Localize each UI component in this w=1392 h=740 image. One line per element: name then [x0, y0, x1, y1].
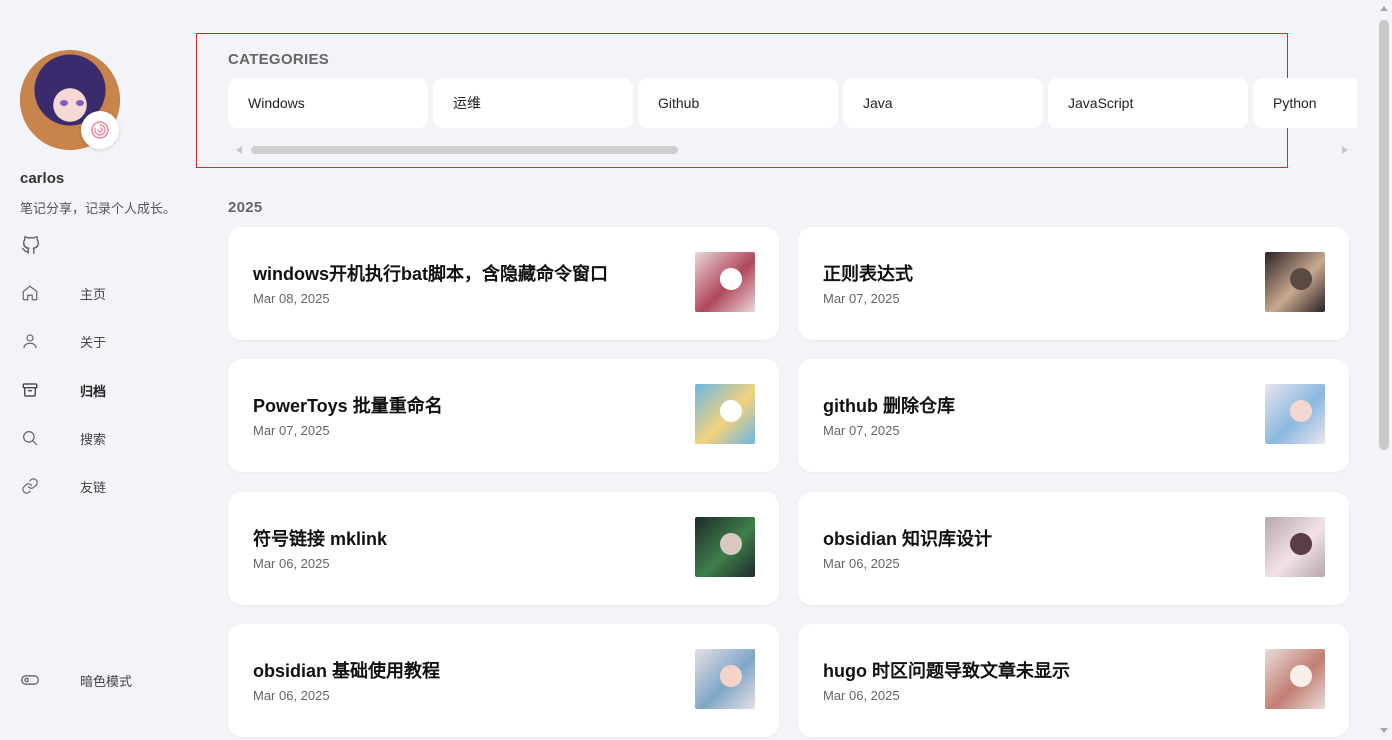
- post-date: Mar 06, 2025: [253, 556, 330, 571]
- post-date: Mar 07, 2025: [253, 423, 330, 438]
- search-icon: [20, 428, 40, 448]
- post-thumbnail: [1265, 517, 1325, 577]
- post-thumbnail: [1265, 252, 1325, 312]
- archive-icon: [20, 380, 40, 400]
- site-description: 笔记分享，记录个人成长。: [20, 201, 177, 216]
- sidebar: carlos 笔记分享，记录个人成长。 主页 关于 归档 搜索 友链 暗色模式: [0, 0, 200, 740]
- categories-title: CATEGORIES: [228, 51, 330, 68]
- avatar-badge: [81, 111, 119, 149]
- link-icon: [20, 476, 40, 496]
- sidebar-item-label: 搜索: [80, 431, 107, 447]
- post-card[interactable]: 符号链接 mklink Mar 06, 2025: [228, 492, 779, 605]
- github-icon[interactable]: [20, 234, 42, 256]
- post-title[interactable]: 正则表达式: [823, 260, 913, 286]
- post-date: Mar 07, 2025: [823, 423, 900, 438]
- category-chip[interactable]: 运维: [433, 78, 633, 128]
- post-title[interactable]: obsidian 知识库设计: [823, 525, 992, 551]
- sidebar-item-search[interactable]: 搜索: [20, 426, 200, 450]
- toggle-icon: [20, 670, 40, 690]
- avatar-eye-left: [60, 100, 68, 106]
- sidebar-item-label: 归档: [80, 383, 107, 399]
- dark-mode-toggle[interactable]: 暗色模式: [20, 668, 200, 692]
- category-chip[interactable]: Github: [638, 78, 838, 128]
- avatar-eye-right: [76, 100, 84, 106]
- post-thumbnail: [695, 384, 755, 444]
- post-card[interactable]: PowerToys 批量重命名 Mar 07, 2025: [228, 359, 779, 472]
- post-title[interactable]: 符号链接 mklink: [253, 525, 387, 551]
- post-date: Mar 08, 2025: [253, 291, 330, 306]
- scrollbar-thumb[interactable]: [251, 146, 678, 154]
- page-scroll-up-icon[interactable]: [1380, 6, 1388, 11]
- post-card[interactable]: obsidian 知识库设计 Mar 06, 2025: [798, 492, 1349, 605]
- post-title[interactable]: windows开机执行bat脚本，含隐藏命令窗口: [253, 260, 608, 286]
- dark-mode-label: 暗色模式: [80, 673, 133, 689]
- user-icon: [20, 331, 40, 351]
- page-scrollbar-thumb[interactable]: [1379, 20, 1389, 450]
- sidebar-item-label: 友链: [80, 479, 107, 495]
- post-title[interactable]: hugo 时区问题导致文章未显示: [823, 657, 1070, 683]
- home-icon: [20, 283, 40, 303]
- categories-list: Windows 运维 Github Java JavaScript Python: [228, 78, 1357, 128]
- post-title[interactable]: github 删除仓库: [823, 392, 955, 418]
- post-card[interactable]: hugo 时区问题导致文章未显示 Mar 06, 2025: [798, 624, 1349, 737]
- post-thumbnail: [695, 649, 755, 709]
- post-thumbnail: [695, 252, 755, 312]
- sidebar-item-about[interactable]: 关于: [20, 329, 200, 353]
- year-heading: 2025: [228, 199, 263, 216]
- category-chip[interactable]: JavaScript: [1048, 78, 1248, 128]
- category-chip[interactable]: Java: [843, 78, 1043, 128]
- category-chip[interactable]: Python: [1253, 78, 1357, 128]
- scroll-right-icon[interactable]: [1342, 146, 1348, 154]
- post-date: Mar 06, 2025: [823, 556, 900, 571]
- sidebar-item-label: 关于: [80, 334, 107, 350]
- post-date: Mar 06, 2025: [253, 688, 330, 703]
- swirl-icon: [91, 121, 109, 139]
- post-card[interactable]: github 删除仓库 Mar 07, 2025: [798, 359, 1349, 472]
- scroll-left-icon[interactable]: [236, 146, 242, 154]
- page-scroll-down-icon[interactable]: [1380, 728, 1388, 733]
- post-thumbnail: [695, 517, 755, 577]
- post-card[interactable]: obsidian 基础使用教程 Mar 06, 2025: [228, 624, 779, 737]
- post-title[interactable]: PowerToys 批量重命名: [253, 392, 443, 418]
- post-date: Mar 07, 2025: [823, 291, 900, 306]
- post-card[interactable]: 正则表达式 Mar 07, 2025: [798, 227, 1349, 340]
- post-date: Mar 06, 2025: [823, 688, 900, 703]
- sidebar-item-label: 主页: [80, 286, 107, 302]
- sidebar-item-links[interactable]: 友链: [20, 474, 200, 498]
- post-thumbnail: [1265, 649, 1325, 709]
- category-chip[interactable]: Windows: [228, 78, 428, 128]
- post-thumbnail: [1265, 384, 1325, 444]
- post-card[interactable]: windows开机执行bat脚本，含隐藏命令窗口 Mar 08, 2025: [228, 227, 779, 340]
- sidebar-item-archive[interactable]: 归档: [20, 378, 200, 402]
- sidebar-item-home[interactable]: 主页: [20, 281, 200, 305]
- categories-scrollbar[interactable]: [228, 140, 1357, 160]
- post-title[interactable]: obsidian 基础使用教程: [253, 657, 440, 683]
- site-name: carlos: [20, 170, 65, 187]
